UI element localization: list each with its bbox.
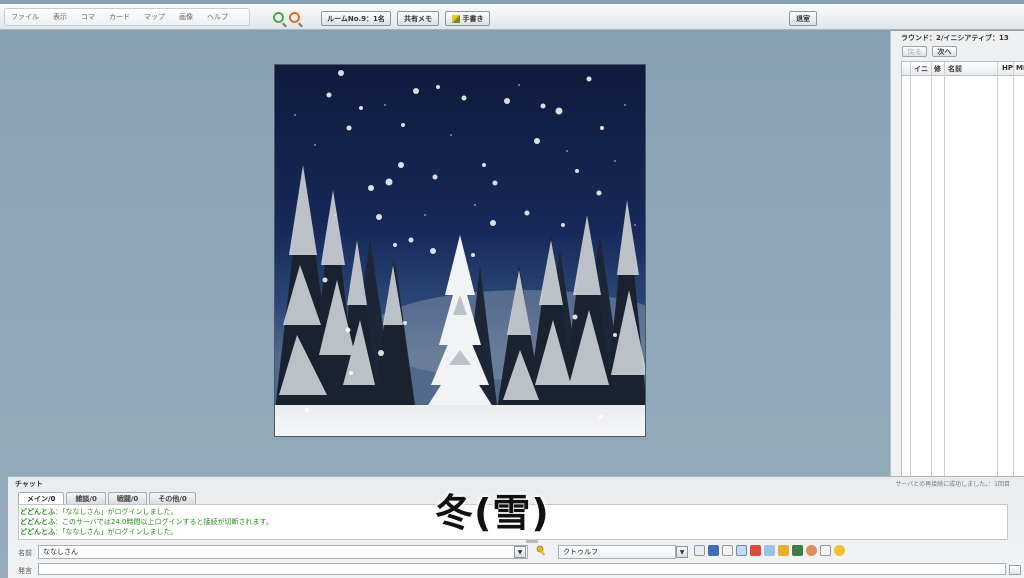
say-label: 発言 — [18, 567, 32, 575]
round-status: ラウンド：2/イニシアティブ：13 — [901, 34, 1009, 42]
initiative-table: イニ 修 名前 HP MP — [901, 61, 1024, 491]
column-divider — [931, 62, 932, 490]
logout-button[interactable]: 退室 — [789, 11, 817, 26]
top-toolbar: ファイル 表示 コマ カード マップ 画像 ヘルプ ルームNo.9：1名 共有メ… — [0, 4, 1024, 30]
initiative-table-header: イニ 修 名前 HP MP — [902, 62, 1024, 76]
back-button[interactable]: 戻る — [902, 46, 927, 57]
chat-title: チャット — [15, 480, 43, 488]
initiative-panel: ラウンド：2/イニシアティブ：13 戻る 次へ イニ 修 名前 HP MP — [890, 31, 1024, 491]
column-divider — [997, 62, 998, 490]
column-divider — [910, 62, 911, 490]
message-speaker: どどんとふ — [20, 508, 55, 516]
main-menu: ファイル 表示 コマ カード マップ 画像 ヘルプ — [4, 8, 250, 26]
tab-combat[interactable]: 戦闘/0 — [107, 492, 148, 504]
column-mp[interactable]: MP — [1016, 64, 1024, 72]
handwriting-label: 手書き — [462, 14, 484, 23]
speaker-icon[interactable] — [750, 545, 761, 556]
character-icon[interactable] — [806, 545, 817, 556]
column-divider — [944, 62, 945, 490]
shared-memo-button[interactable]: 共有メモ — [397, 11, 439, 26]
menu-map[interactable]: マップ — [144, 12, 165, 22]
message-speaker: どどんとふ — [20, 528, 55, 536]
system-dropdown-arrow[interactable]: ▼ — [676, 546, 688, 558]
next-button[interactable]: 次へ — [932, 46, 957, 57]
menu-view[interactable]: 表示 — [53, 12, 67, 22]
column-divider — [1013, 62, 1014, 490]
dice-system-select[interactable]: クトゥルフ — [558, 545, 676, 559]
message-text: ：「ななしさん」がログインしました。 — [55, 508, 178, 516]
chat-tabs: メイン/0 雑談/0 戦闘/0 その他/0 — [18, 492, 198, 504]
handwriting-button[interactable]: 手書き — [445, 11, 490, 26]
message-speaker: どどんとふ — [20, 518, 55, 526]
chat-tool-icons — [694, 545, 845, 556]
message-input[interactable] — [38, 563, 1006, 575]
pencil-icon — [451, 14, 460, 23]
tab-other[interactable]: その他/0 — [149, 492, 196, 504]
zoom-out-icon[interactable] — [289, 12, 300, 23]
smiley-icon[interactable] — [834, 545, 845, 556]
pencil-tool-icon[interactable] — [778, 545, 789, 556]
tab-chatter[interactable]: 雑談/0 — [66, 492, 106, 504]
name-input[interactable]: ななしさん — [38, 545, 528, 559]
send-button[interactable] — [1009, 565, 1021, 575]
snowy-forest-image — [275, 70, 645, 436]
menu-image[interactable]: 画像 — [179, 12, 193, 22]
column-name[interactable]: 名前 — [948, 64, 962, 74]
page-icon[interactable] — [820, 545, 831, 556]
menu-piece[interactable]: コマ — [81, 12, 95, 22]
name-label: 名前 — [18, 549, 32, 557]
document-icon[interactable] — [694, 545, 705, 556]
chat-resize-handle[interactable] — [526, 540, 538, 543]
message-text: ：このサーバでは24.0時間以上ログインすると接続が切断されます。 — [55, 518, 273, 526]
map-background-image[interactable] — [274, 64, 646, 437]
book-icon[interactable] — [708, 545, 719, 556]
column-initiative[interactable]: イニ — [914, 64, 928, 74]
column-modifier[interactable]: 修 — [934, 64, 941, 74]
menu-file[interactable]: ファイル — [11, 12, 39, 22]
note-icon[interactable] — [722, 545, 733, 556]
font-icon[interactable] — [736, 545, 747, 556]
column-hp[interactable]: HP — [1002, 64, 1013, 72]
film-icon[interactable] — [792, 545, 803, 556]
app-window: ファイル 表示 コマ カード マップ 画像 ヘルプ ルームNo.9：1名 共有メ… — [0, 0, 1024, 578]
name-dropdown-arrow[interactable]: ▼ — [514, 546, 526, 558]
message-text: ：「ななしさん」がログインしました。 — [55, 528, 178, 536]
key-icon[interactable] — [536, 545, 548, 557]
menu-help[interactable]: ヘルプ — [207, 12, 228, 22]
zoom-in-icon[interactable] — [273, 12, 284, 23]
overlay-caption: 冬(雪) — [435, 491, 550, 535]
menu-card[interactable]: カード — [109, 12, 130, 22]
cut-in-icon[interactable] — [764, 545, 775, 556]
room-info-button[interactable]: ルームNo.9：1名 — [321, 11, 391, 26]
reconnect-status: サーバとの再接続に成功しました。：1回目 — [895, 481, 1010, 488]
tab-main[interactable]: メイン/0 — [18, 492, 65, 504]
